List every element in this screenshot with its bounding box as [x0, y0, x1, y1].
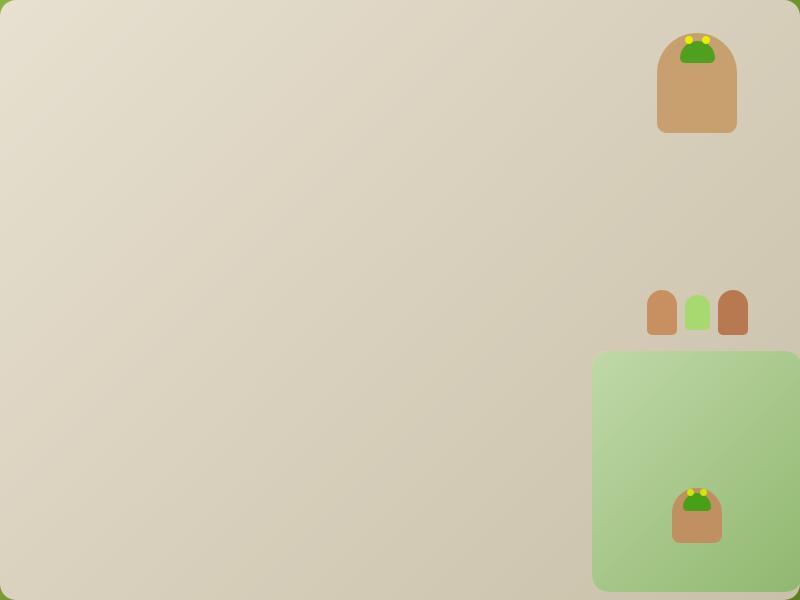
article-detail-card: WILD Wild Science ← Back Animal Handling… — [592, 351, 800, 592]
small-hands-image — [592, 283, 800, 343]
column-4: Habitats Event February 19, 2024 Animal … — [592, 8, 800, 592]
detail-article-image — [604, 480, 790, 550]
